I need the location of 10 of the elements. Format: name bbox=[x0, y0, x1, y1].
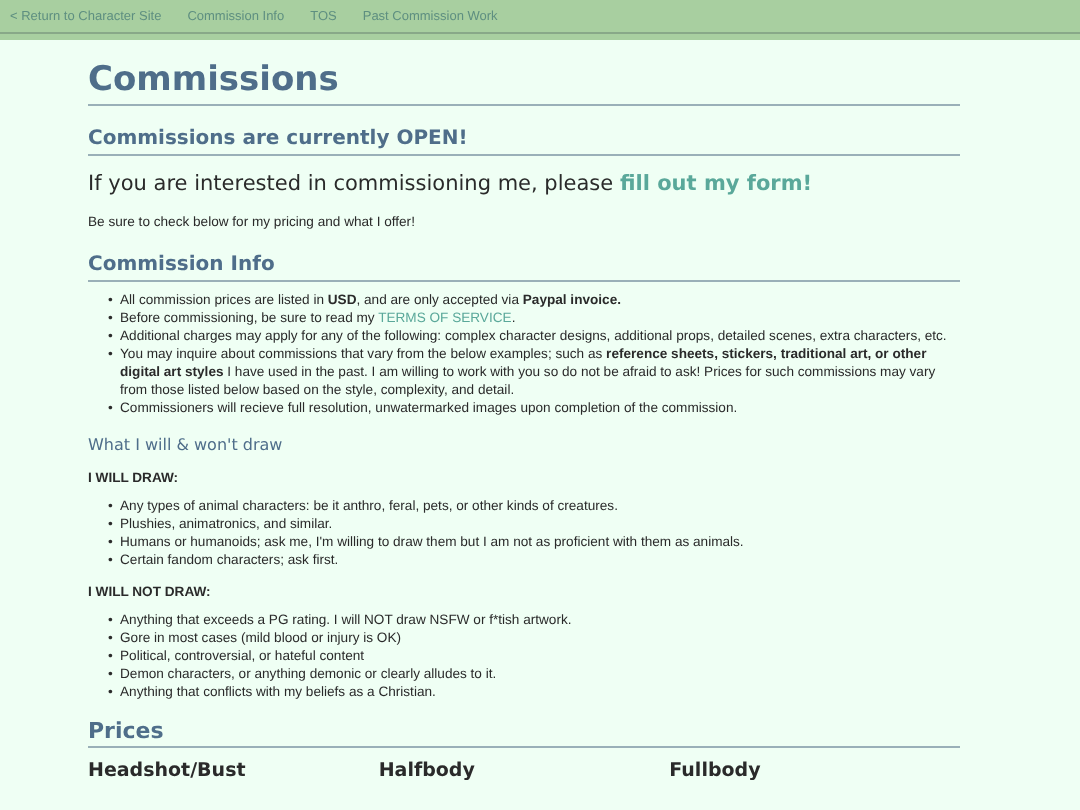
price-column-heading: Fullbody bbox=[669, 760, 763, 782]
page-title: Commissions bbox=[88, 60, 960, 106]
status-heading: Commissions are currently OPEN! bbox=[88, 126, 960, 156]
section-heading: Prices bbox=[88, 718, 960, 748]
section-heading: Commission Info bbox=[88, 252, 960, 282]
price-column-heading: Halfbody bbox=[378, 760, 477, 782]
price-column-heading: Headshot/Bust bbox=[88, 760, 248, 782]
intro-text: If you are interested in commissioning me, please fill out my form! bbox=[88, 172, 815, 198]
form-link[interactable]: fill out my form! bbox=[619, 172, 813, 196]
subsection-heading: What I will & won't draw bbox=[88, 436, 285, 456]
